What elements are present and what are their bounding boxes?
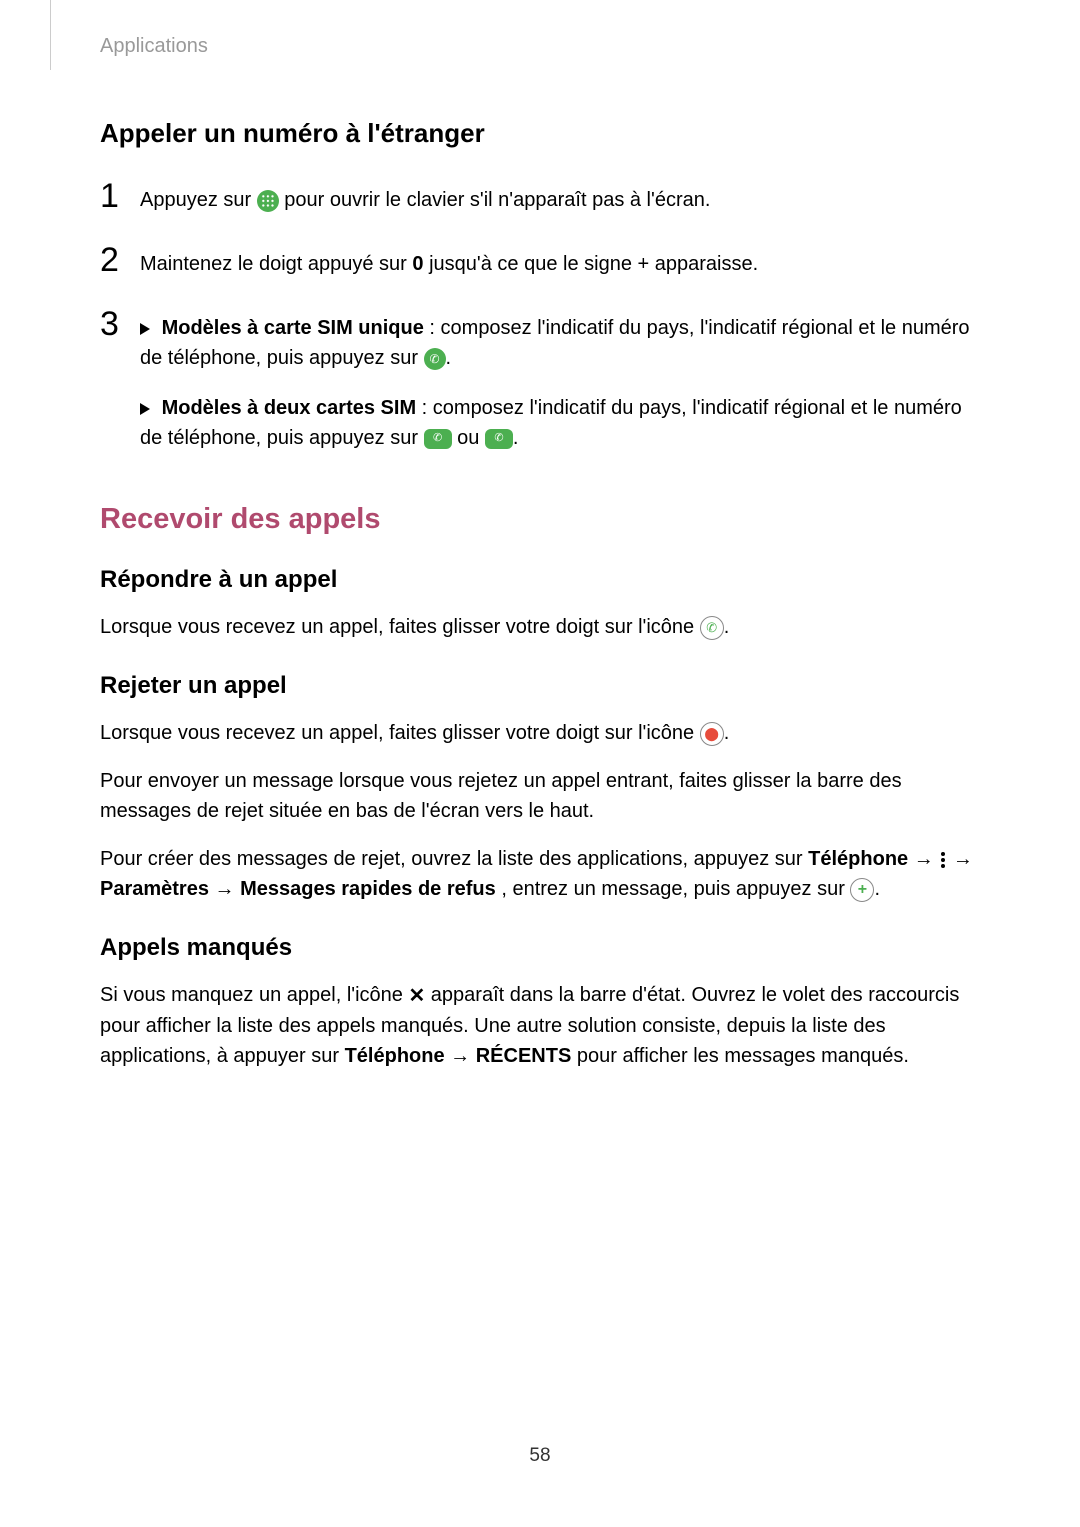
step-body: Maintenez le doigt appuyé sur 0 jusqu'à … — [140, 243, 758, 279]
arrow: → — [215, 878, 241, 900]
text: jusqu'à ce que le signe + apparaisse. — [429, 253, 758, 275]
heading-call-abroad: Appeler un numéro à l'étranger — [100, 118, 980, 149]
step-number: 2 — [100, 243, 140, 277]
section-header: Applications — [100, 35, 980, 58]
step-1: 1 Appuyez sur pour ouvrir le clavier s'i… — [100, 179, 980, 215]
text: Maintenez le doigt appuyé sur — [140, 253, 412, 275]
paragraph-reject-2: Pour envoyer un message lorsque vous rej… — [100, 766, 980, 826]
arrow: → — [953, 848, 973, 870]
text: pour afficher les messages manqués. — [577, 1045, 909, 1067]
step-number: 3 — [100, 307, 140, 341]
call-sim2-icon: ✆ — [485, 429, 513, 449]
text: Pour créer des messages de rejet, ouvrez… — [100, 848, 808, 870]
heading-missed: Appels manqués — [100, 934, 980, 962]
add-plus-icon: + — [850, 878, 874, 902]
keypad-icon — [257, 190, 279, 212]
answer-call-icon: ✆ — [700, 616, 724, 640]
triangle-bullet-icon — [140, 403, 150, 415]
heading-reject: Rejeter un appel — [100, 672, 980, 700]
step-3: 3 Modèles à carte SIM unique : composez … — [100, 307, 980, 453]
step-body: Appuyez sur pour ouvrir le clavier s'il … — [140, 179, 710, 215]
text: . — [724, 722, 730, 744]
text: . — [724, 616, 730, 638]
step-3-single-sim: Modèles à carte SIM unique : composez l'… — [140, 313, 980, 373]
page-content: Applications Appeler un numéro à l'étran… — [0, 0, 1080, 1071]
text: Si vous manquez un appel, l'icône — [100, 984, 408, 1006]
text-bold: Modèles à carte SIM unique — [162, 317, 424, 339]
heading-answer: Répondre à un appel — [100, 566, 980, 594]
more-options-icon — [941, 852, 945, 868]
text: Lorsque vous recevez un appel, faites gl… — [100, 722, 700, 744]
margin-rule — [50, 0, 51, 70]
page-number: 58 — [0, 1445, 1080, 1467]
paragraph-answer: Lorsque vous recevez un appel, faites gl… — [100, 612, 980, 642]
text: . — [513, 427, 519, 449]
step-number: 1 — [100, 179, 140, 213]
step-body: Modèles à carte SIM unique : composez l'… — [140, 307, 980, 453]
text: Lorsque vous recevez un appel, faites gl… — [100, 616, 700, 638]
heading-receive-calls: Recevoir des appels — [100, 503, 980, 536]
text-bold: Paramètres — [100, 878, 209, 900]
text-bold: Messages rapides de refus — [240, 878, 496, 900]
arrow: → — [914, 848, 940, 870]
text-bold: 0 — [412, 253, 423, 275]
reject-call-icon: ⬤ — [700, 722, 724, 746]
paragraph-reject-3: Pour créer des messages de rejet, ouvrez… — [100, 844, 980, 904]
missed-call-icon: ✕ — [408, 981, 425, 1011]
text-bold: RÉCENTS — [476, 1045, 572, 1067]
text: . — [446, 347, 452, 369]
text: Appuyez sur — [140, 189, 257, 211]
triangle-bullet-icon — [140, 323, 150, 335]
step-3-dual-sim: Modèles à deux cartes SIM : composez l'i… — [140, 393, 980, 453]
text-bold: Téléphone — [345, 1045, 445, 1067]
text: pour ouvrir le clavier s'il n'apparaît p… — [284, 189, 710, 211]
arrow: → — [450, 1045, 476, 1067]
step-2: 2 Maintenez le doigt appuyé sur 0 jusqu'… — [100, 243, 980, 279]
text: . — [874, 878, 880, 900]
call-green-icon: ✆ — [424, 348, 446, 370]
text: ou — [457, 427, 485, 449]
text-bold: Téléphone — [808, 848, 908, 870]
call-sim1-icon: ✆ — [424, 429, 452, 449]
paragraph-reject-1: Lorsque vous recevez un appel, faites gl… — [100, 718, 980, 748]
paragraph-missed: Si vous manquez un appel, l'icône ✕ appa… — [100, 980, 980, 1071]
text: , entrez un message, puis appuyez sur — [501, 878, 850, 900]
text-bold: Modèles à deux cartes SIM — [162, 397, 417, 419]
